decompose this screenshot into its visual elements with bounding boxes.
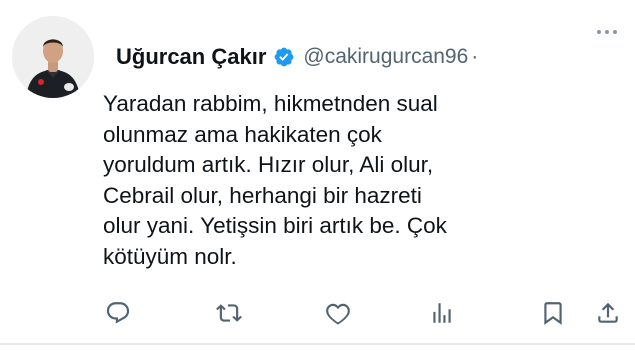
avatar[interactable] <box>12 16 94 98</box>
tweet-actions <box>0 298 635 330</box>
retweet-icon <box>216 304 242 322</box>
more-icon[interactable] <box>594 22 620 42</box>
tweet-card: Uğurcan Çakır @cakirugurcan96 · Yaradan … <box>0 0 635 350</box>
tweet-text-line: olur yani. Yetişsin biri artık be. Çok <box>103 213 447 238</box>
verified-badge-icon <box>273 46 295 68</box>
tweet-text: Yaradan rabbim, hikmetnden sual olunmaz … <box>103 89 523 272</box>
header-separator: · <box>471 45 479 68</box>
bookmark-icon <box>544 302 562 325</box>
like-button[interactable] <box>323 298 353 328</box>
reply-button[interactable] <box>103 298 133 328</box>
tweet-text-line: yoruldum artık. Hızır olur, Ali olur, <box>103 152 434 177</box>
share-icon <box>598 302 618 323</box>
author-display-name[interactable]: Uğurcan Çakır <box>116 44 266 70</box>
tweet-text-line: kötüyüm nolr. <box>103 243 237 269</box>
views-icon <box>433 303 451 323</box>
retweet-button[interactable] <box>214 298 244 328</box>
tweet-text-line: Cebrail olur, herhangi bir hazreti <box>103 182 422 208</box>
avatar-image <box>12 16 94 98</box>
bookmark-button[interactable] <box>538 298 568 328</box>
divider <box>0 343 635 345</box>
reply-icon <box>106 302 130 324</box>
tweet-header: Uğurcan Çakır @cakirugurcan96 · <box>116 40 478 74</box>
views-button[interactable] <box>427 298 457 328</box>
tweet-text-line: Yaradan rabbim, hikmetnden sual <box>103 91 438 116</box>
tweet-text-line: olunmaz ama hakikaten çok <box>103 121 382 147</box>
heart-icon <box>326 303 350 325</box>
author-handle[interactable]: @cakirugurcan96 <box>303 45 468 69</box>
share-button[interactable] <box>593 298 623 328</box>
